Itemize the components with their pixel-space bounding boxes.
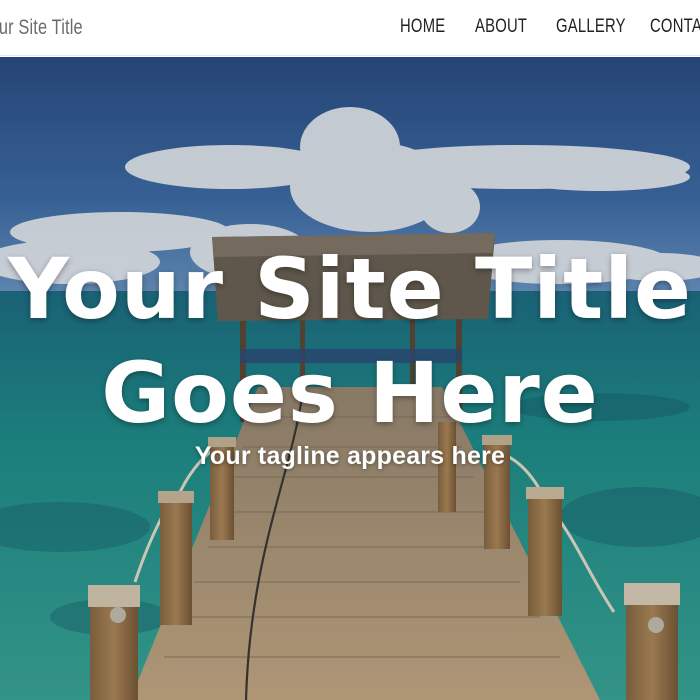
nav-home[interactable]: HOME bbox=[400, 16, 445, 38]
hero-title-line1: Your Site Title bbox=[8, 240, 692, 338]
hero-tagline: Your tagline appears here bbox=[194, 442, 506, 470]
hero-banner: Your Site Title Goes Here Your tagline a… bbox=[0, 57, 700, 700]
nav-gallery[interactable]: GALLERY bbox=[556, 16, 626, 38]
nav-contact[interactable]: CONTACT bbox=[650, 16, 700, 38]
hero-title: Your Site Title Goes Here bbox=[0, 237, 700, 445]
site-header: Your Site Title HOME ABOUT GALLERY CONTA… bbox=[0, 0, 700, 56]
nav-about[interactable]: ABOUT bbox=[475, 16, 527, 38]
site-title-link[interactable]: Your Site Title bbox=[0, 16, 83, 40]
hero-title-line2: Goes Here bbox=[101, 344, 599, 442]
